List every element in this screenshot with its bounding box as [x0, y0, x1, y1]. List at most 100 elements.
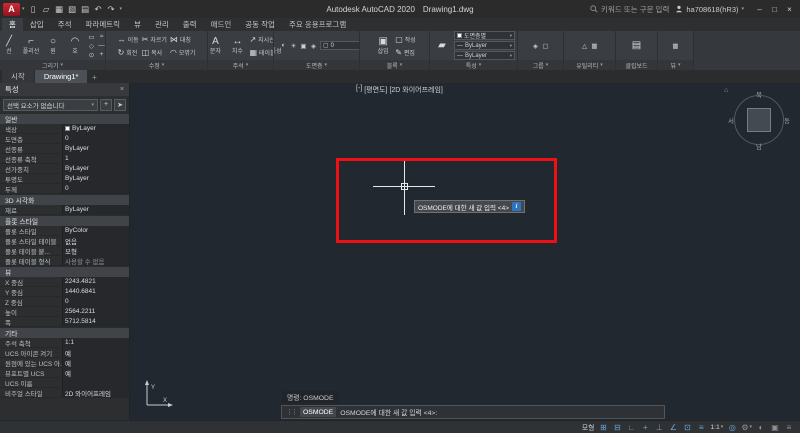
panel-label-block[interactable]: 블록 ▾: [360, 60, 429, 70]
panel-label-groups[interactable]: 그룹 ▾: [518, 60, 563, 70]
redo-icon[interactable]: ↷: [105, 2, 118, 16]
property-row[interactable]: 선종류 ByLayer: [0, 144, 129, 154]
ribbon-tab-주석[interactable]: 주석: [51, 18, 79, 31]
panel-label-properties[interactable]: 특성 ▾: [430, 60, 517, 70]
viewcube-west-label[interactable]: 서: [728, 115, 734, 125]
ribbon-button-치수[interactable]: ↔ 치수: [227, 35, 247, 56]
selection-dropdown[interactable]: 선택 요소가 없습니다 ▾: [3, 98, 98, 111]
ribbon-mini-button[interactable]: ◈: [309, 41, 318, 50]
viewcube-north-label[interactable]: 북: [756, 89, 762, 99]
ribbon-mini-button[interactable]: ☀: [289, 41, 298, 50]
ribbon-button-paste-icon[interactable]: ▤: [627, 39, 647, 53]
new-file-icon[interactable]: ▯: [27, 2, 40, 16]
palette-section-뷰[interactable]: 뷰: [0, 266, 129, 277]
property-row[interactable]: 폭 5712.5814: [0, 317, 129, 327]
annotation-visibility-icon[interactable]: ◎: [726, 421, 738, 433]
property-row[interactable]: 플롯 테이블 형식 사용할 수 없음: [0, 256, 129, 266]
snap-mode-icon[interactable]: ⊟: [611, 421, 623, 433]
ribbon-mini-button[interactable]: △: [580, 41, 589, 50]
save-icon[interactable]: ▦: [53, 2, 66, 16]
ribbon-dropdown[interactable]: — ByLayer ▾: [454, 41, 515, 50]
save-as-icon[interactable]: ▧: [66, 2, 79, 16]
maximize-button[interactable]: □: [767, 1, 782, 17]
close-button[interactable]: ×: [782, 1, 797, 17]
model-space-button[interactable]: 모형: [581, 421, 596, 433]
ribbon-mini-button[interactable]: ◈: [531, 41, 540, 50]
ribbon-button-편집[interactable]: ✎ 편집: [395, 48, 416, 57]
ribbon-tab-파라메트릭[interactable]: 파라메트릭: [79, 18, 128, 31]
annotation-scale-button[interactable]: 1:1 ▾: [709, 421, 724, 433]
ribbon-dropdown[interactable]: 도면층별 ▾: [454, 31, 515, 40]
ribbon-mini-button[interactable]: ▢: [541, 41, 550, 50]
ortho-mode-icon[interactable]: ⊥: [653, 421, 665, 433]
ribbon-mini-button[interactable]: ◐: [279, 41, 288, 50]
property-row[interactable]: 도면층 0: [0, 134, 129, 144]
ribbon-button-문자[interactable]: A 문자: [208, 35, 225, 56]
property-row[interactable]: 뷰포트별 UCS 예: [0, 368, 129, 378]
palette-section-플롯 스타일[interactable]: 플롯 스타일: [0, 215, 129, 226]
palette-section-3D 시각화[interactable]: 3D 시각화: [0, 194, 129, 205]
ribbon-button-회전[interactable]: ↻ 회전: [118, 48, 139, 57]
infer-constraints-icon[interactable]: ∟: [625, 421, 637, 433]
ribbon-button-이동[interactable]: ↔ 이동: [118, 35, 139, 44]
ribbon-button-원[interactable]: ○ 원: [43, 35, 63, 56]
viewcube[interactable]: ⌂ 북 남 서 동: [724, 87, 790, 151]
viewcube-home-icon[interactable]: ⌂: [724, 87, 728, 94]
file-tab-시작[interactable]: 시작: [2, 70, 34, 83]
ribbon-mini-button[interactable]: +: [97, 50, 105, 59]
user-account-button[interactable]: ha708618(hR3) ▾: [675, 5, 744, 14]
property-row[interactable]: 높이 2564.2211: [0, 307, 129, 317]
drawing-area[interactable]: [-] [평면도] [2D 와이어프레임] ⌂ 북 남 서 동 OSMODE에 …: [130, 83, 800, 420]
ribbon-mini-button[interactable]: —: [97, 41, 105, 50]
plot-icon[interactable]: ▤: [79, 2, 92, 16]
ribbon-button-match-properties-icon[interactable]: ▰: [432, 39, 452, 53]
property-row[interactable]: 주석 축척 1:1: [0, 338, 129, 348]
dynamic-input-icon[interactable]: +: [639, 421, 651, 433]
customize-menu-icon[interactable]: ≡: [783, 421, 795, 433]
ribbon-button-도면층 특성[interactable]: ≣도면층 특성: [274, 35, 282, 56]
ribbon-tab-삽입[interactable]: 삽입: [23, 18, 51, 31]
ribbon-dropdown[interactable]: — ByLayer ▾: [454, 51, 515, 60]
command-line-input[interactable]: ⋮⋮ OSMODE OSMODE에 대한 새 값 입력 <4>:: [281, 405, 665, 419]
property-row[interactable]: 재료 ByLayer: [0, 205, 129, 215]
ribbon-button-지시선[interactable]: ↗ 지시선: [249, 35, 273, 44]
panel-label-utilities[interactable]: 유틸리티 ▾: [564, 60, 615, 70]
ribbon-button-모깎기[interactable]: ◠ 모깎기: [170, 48, 196, 57]
property-row[interactable]: 두께 0: [0, 184, 129, 194]
ribbon-button-테이블[interactable]: ▦ 테이블: [249, 48, 273, 57]
workspace-switching-icon[interactable]: ⚙ ▾: [740, 421, 753, 433]
qat-chevron-icon[interactable]: ▾: [120, 6, 123, 12]
ribbon-button-호[interactable]: ◠ 호: [65, 35, 85, 56]
clean-screen-icon[interactable]: ▣: [769, 421, 781, 433]
property-row[interactable]: 색상 ByLayer: [0, 124, 129, 134]
ribbon-button-폴리선[interactable]: ⌐ 폴리선: [21, 35, 41, 56]
panel-label-clipboard[interactable]: 클립보드: [616, 60, 657, 70]
minimize-button[interactable]: –: [752, 1, 767, 17]
panel-label-modify[interactable]: 수정 ▾: [106, 60, 207, 70]
palette-section-일반[interactable]: 일반: [0, 113, 129, 124]
property-row[interactable]: 선가중치 ByLayer: [0, 164, 129, 174]
viewport-minimize-control[interactable]: [-]: [356, 85, 362, 95]
ribbon-mini-button[interactable]: ⊙: [87, 50, 96, 59]
panel-label-draw[interactable]: 그리기 ▾: [0, 60, 105, 70]
property-row[interactable]: 선종류 축척 1: [0, 154, 129, 164]
ribbon-mini-button[interactable]: ▭: [87, 32, 96, 41]
ribbon-tab-홈[interactable]: 홈: [2, 18, 23, 31]
property-row[interactable]: 비주얼 스타일 2D 와이어프레임: [0, 388, 129, 398]
drag-grip-icon[interactable]: ⋮⋮: [286, 408, 298, 416]
property-row[interactable]: Y 중심 1440.6841: [0, 287, 129, 297]
ribbon-button-작성[interactable]: ▢ 작성: [395, 35, 416, 44]
property-row[interactable]: UCS 이름: [0, 378, 129, 388]
ribbon-dropdown[interactable]: ▢0▾: [320, 41, 359, 50]
property-row[interactable]: UCS 아이콘 켜기 예: [0, 348, 129, 358]
app-menu-chevron-icon[interactable]: ▾: [22, 6, 25, 12]
app-menu-button[interactable]: A: [3, 2, 20, 16]
ribbon-mini-button[interactable]: ◇: [87, 41, 96, 50]
property-row[interactable]: Z 중심 0: [0, 297, 129, 307]
ribbon-mini-button[interactable]: ▦: [671, 41, 680, 50]
ribbon-button-복사[interactable]: ◫ 복사: [142, 48, 167, 57]
property-row[interactable]: 원점에 있는 UCS 아... 예: [0, 358, 129, 368]
ribbon-button-대칭[interactable]: ⋈ 대칭: [170, 35, 196, 44]
ribbon-tab-관리[interactable]: 관리: [148, 18, 176, 31]
palette-section-기타[interactable]: 기타: [0, 327, 129, 338]
